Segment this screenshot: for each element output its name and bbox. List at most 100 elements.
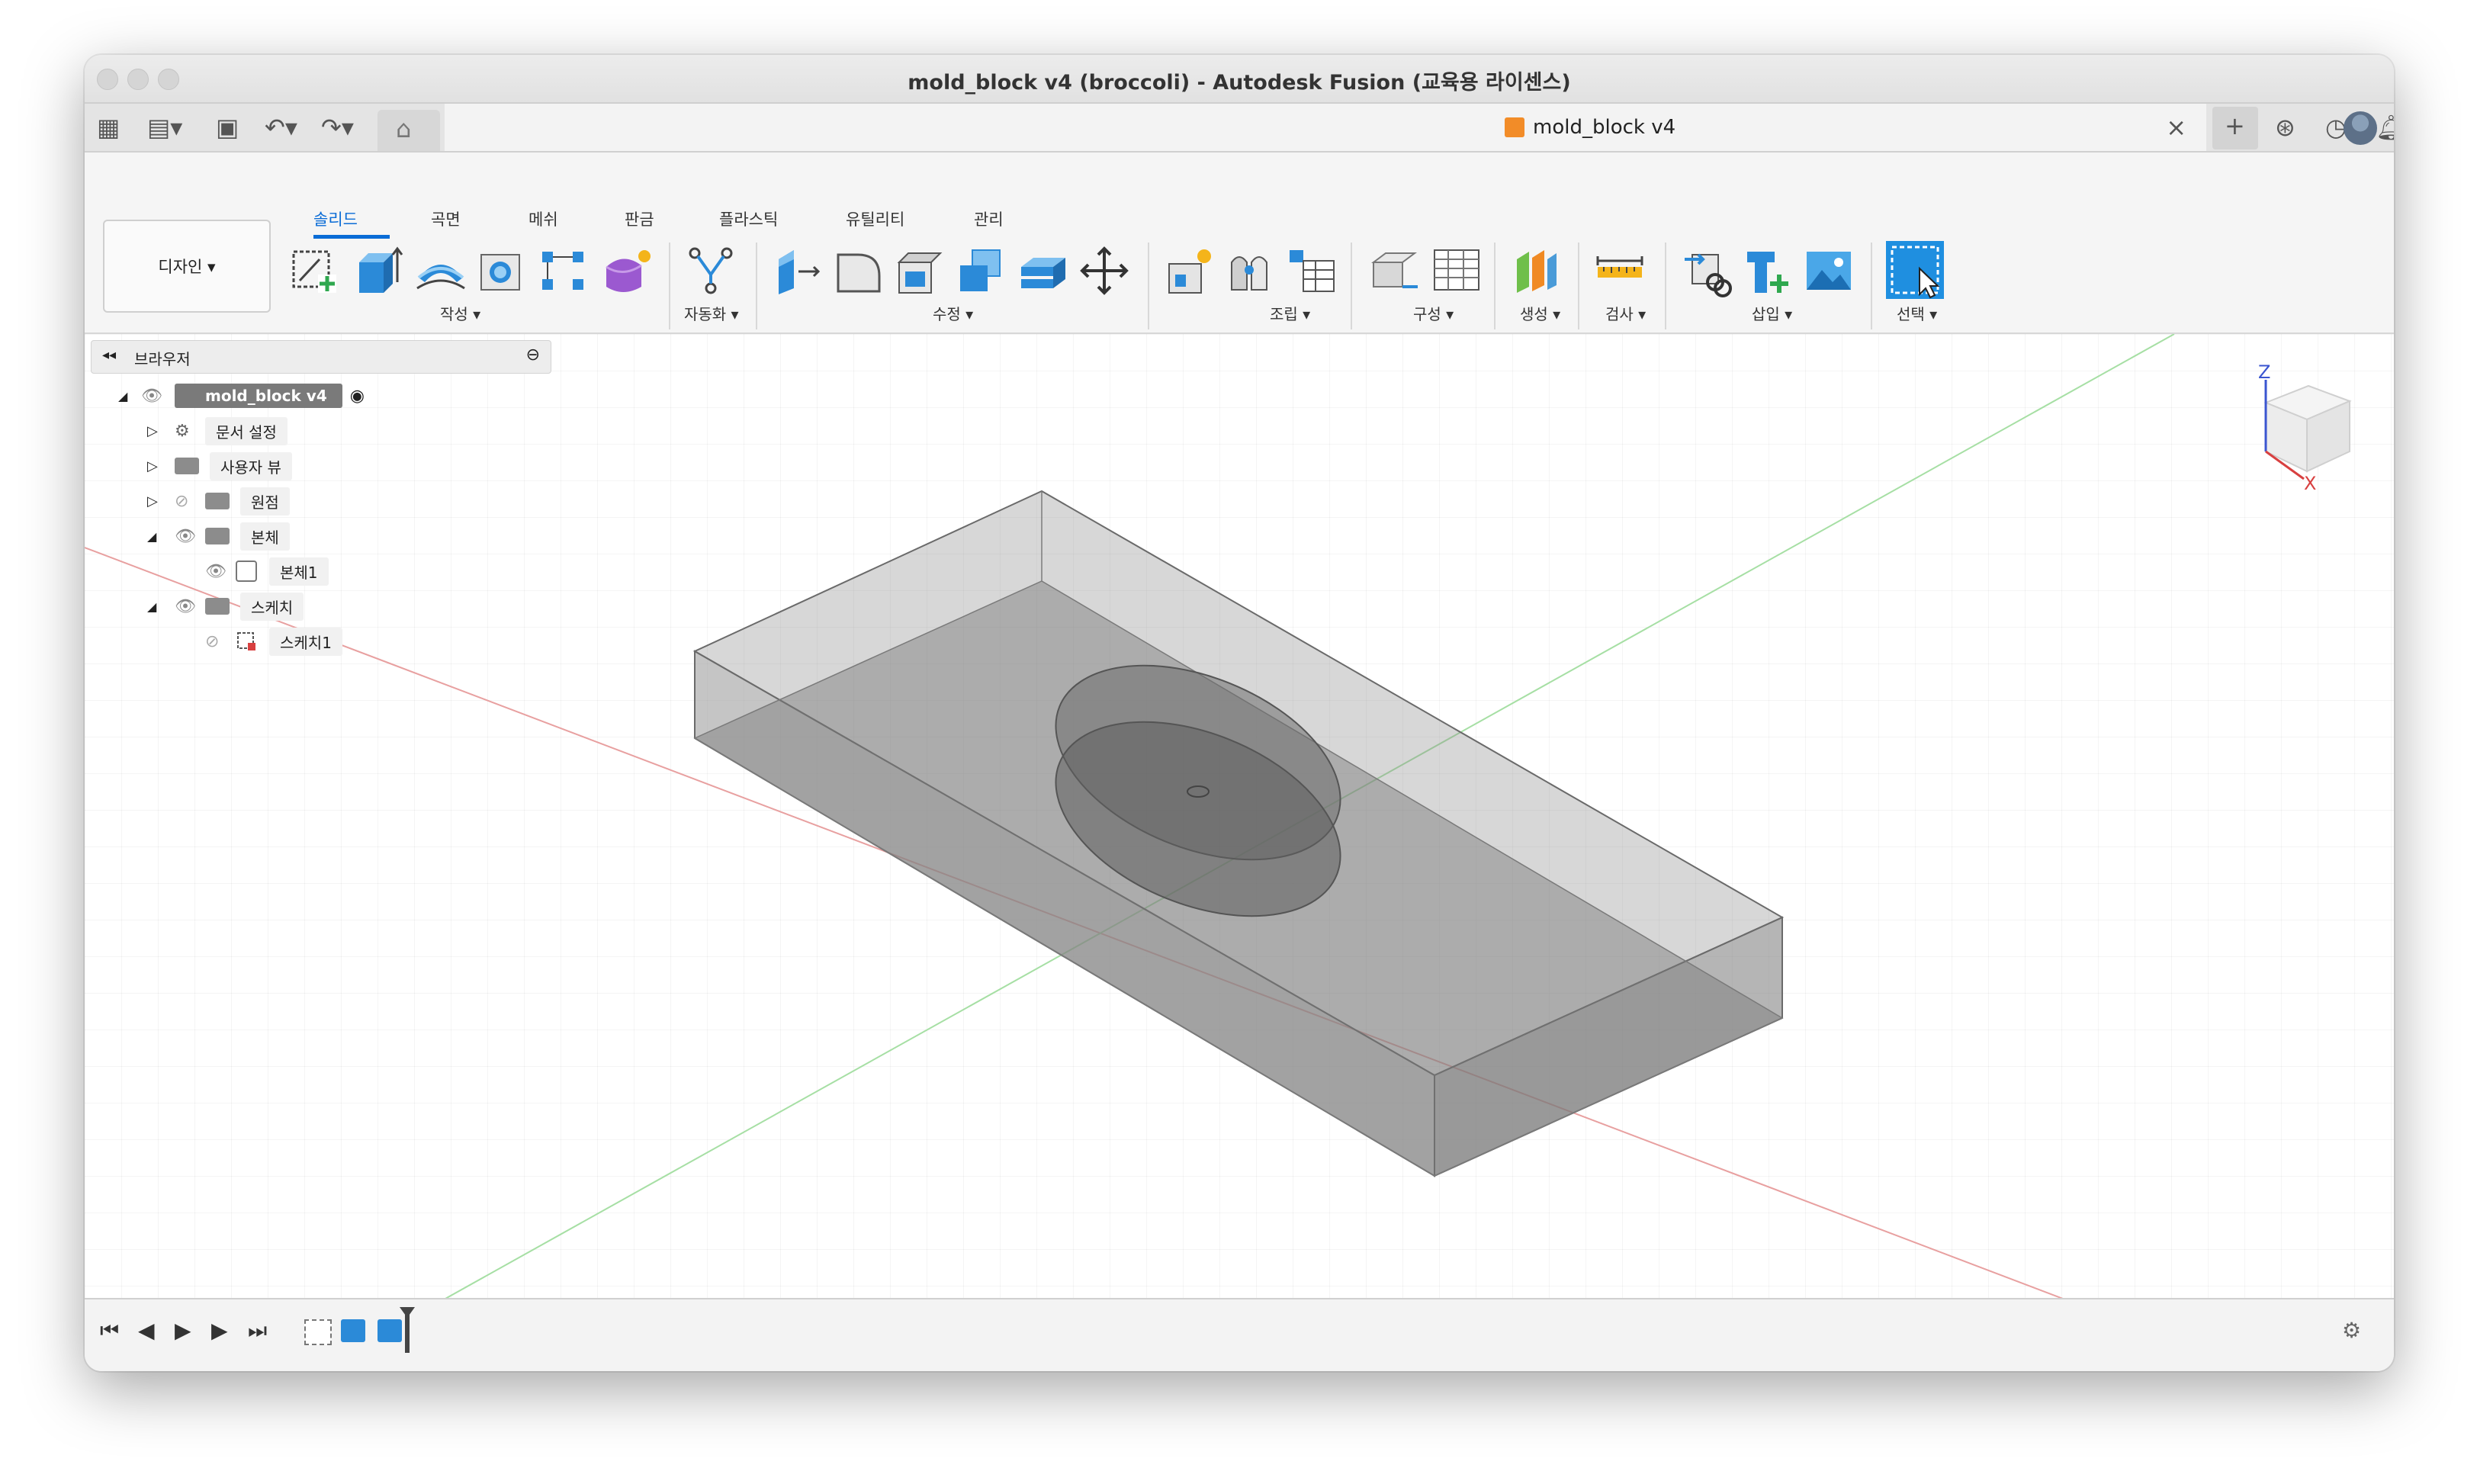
file-icon[interactable]: ▤▾ <box>147 114 182 140</box>
workspace-switcher[interactable]: 디자인 ▾ <box>103 220 271 313</box>
tab-manage[interactable]: 관리 <box>974 207 1004 230</box>
tab-utilities[interactable]: 유틸리티 <box>846 207 904 230</box>
insert-mcmaster-button[interactable] <box>1741 244 1794 297</box>
fillet-button[interactable] <box>832 244 885 297</box>
expand-arrow-icon[interactable]: ◢ <box>147 529 175 544</box>
insert-canvas-button[interactable] <box>1802 244 1855 297</box>
joint-button[interactable] <box>1224 244 1277 297</box>
pattern-button[interactable] <box>538 244 591 297</box>
new-component-button[interactable] <box>1163 244 1216 297</box>
browser-pin-icon[interactable]: ⊖ <box>526 345 540 365</box>
select-group-label[interactable]: 선택 ▾ <box>1897 302 1937 324</box>
new-component-icon <box>1168 249 1211 294</box>
create-sketch-icon <box>292 250 336 293</box>
hole-button[interactable] <box>475 244 528 297</box>
notifications-icon[interactable]: 🔔︎ <box>2376 114 2394 140</box>
tree-item-named-views[interactable]: ▷ 사용자 뷰 <box>147 451 292 480</box>
timeline-feature-extrude[interactable] <box>341 1319 365 1342</box>
timeline-marker-head[interactable] <box>400 1307 415 1318</box>
visibility-eye-icon[interactable]: 👁︎ <box>141 387 175 406</box>
folder-icon <box>205 493 230 509</box>
step-forward-icon[interactable]: ▶︎ <box>211 1318 228 1343</box>
tab-mesh[interactable]: 메쉬 <box>528 207 558 230</box>
tree-item-sketch1[interactable]: ⊘ 스케치1 <box>205 627 342 656</box>
collapse-browser-icon[interactable]: ◂◂ <box>102 347 116 363</box>
expand-arrow-icon[interactable]: ▷ <box>147 423 175 439</box>
activate-radio-icon[interactable]: ◉ <box>350 387 365 406</box>
tree-item-body1[interactable]: 👁︎ 본체1 <box>205 557 329 586</box>
expand-arrow-icon[interactable]: ◢ <box>147 599 175 614</box>
timeline-feature-sketch[interactable] <box>304 1319 332 1345</box>
step-back-icon[interactable]: ◀︎ <box>138 1318 155 1343</box>
move-copy-button[interactable] <box>1078 244 1131 297</box>
form-button[interactable] <box>600 244 654 297</box>
tree-item-bodies[interactable]: ◢ 👁︎ 본체 <box>147 522 290 551</box>
expand-arrow-icon[interactable]: ▷ <box>147 493 175 509</box>
go-to-end-icon[interactable]: ⏭︎ <box>248 1318 267 1344</box>
tab-sheet-metal[interactable]: 판금 <box>625 207 654 230</box>
combine-button[interactable] <box>954 244 1007 297</box>
new-tab-button[interactable]: + <box>2212 107 2258 149</box>
home-tab[interactable]: ⌂ <box>377 110 440 151</box>
tree-root[interactable]: ◢ 👁︎ mold_block v4 ◉ <box>118 381 365 410</box>
offset-face-button[interactable] <box>1017 244 1070 297</box>
tree-item-sketches[interactable]: ◢ 👁︎ 스케치 <box>147 592 304 621</box>
settings-gear-icon[interactable]: ⚙ <box>2342 1318 2361 1343</box>
visibility-eye-icon[interactable]: 👁︎ <box>175 597 205 616</box>
insert-group-label[interactable]: 삽입 ▾ <box>1752 302 1792 324</box>
tree-item-origin[interactable]: ▷ ⊘ 원점 <box>147 487 290 516</box>
create-sketch-button[interactable] <box>289 244 342 297</box>
construct-group-label[interactable]: 구성 ▾ <box>1413 302 1454 324</box>
press-pull-button[interactable] <box>771 244 824 297</box>
view-cube[interactable]: Z X <box>2235 361 2357 502</box>
expand-arrow-icon[interactable]: ▷ <box>147 458 175 474</box>
ribbon-separator <box>1494 243 1496 329</box>
select-cursor-icon <box>1886 241 1944 299</box>
3d-viewport[interactable]: ◂◂ 브라우저 ⊖ ◢ 👁︎ mold_block v4 ◉ ▷ ⚙ 문서 설정… <box>85 334 2394 1347</box>
document-tab[interactable]: mold_block v4 × <box>445 104 2206 151</box>
table-view-button[interactable] <box>1430 244 1483 297</box>
bill-of-materials-button[interactable] <box>1285 244 1338 297</box>
expand-arrow-icon[interactable]: ◢ <box>118 389 141 403</box>
automate-button[interactable] <box>684 244 737 297</box>
inspect-group-label[interactable]: 검사 ▾ <box>1605 302 1646 324</box>
visibility-eye-icon[interactable]: 👁︎ <box>175 527 205 546</box>
generate-button[interactable] <box>1509 244 1563 297</box>
extrude-button[interactable] <box>352 244 405 297</box>
save-icon[interactable]: ▣ <box>216 114 239 140</box>
select-button[interactable] <box>1886 241 1944 299</box>
apps-grid-icon[interactable]: ▦ <box>97 114 120 140</box>
hidden-eye-icon[interactable]: ⊘ <box>205 632 236 651</box>
hidden-eye-icon[interactable]: ⊘ <box>175 492 205 511</box>
shell-button[interactable] <box>893 244 946 297</box>
undo-icon[interactable]: ↶▾ <box>265 114 297 140</box>
browser-header[interactable]: ◂◂ 브라우저 ⊖ <box>91 340 551 374</box>
assemble-group-label[interactable]: 조립 ▾ <box>1270 302 1310 324</box>
tree-item-label: 문서 설정 <box>205 416 288 445</box>
tab-surface[interactable]: 곡면 <box>431 207 461 230</box>
new-tab-icon: + <box>2225 111 2245 140</box>
timeline-feature-extrude-2[interactable] <box>377 1319 402 1342</box>
create-group-label[interactable]: 작성 ▾ <box>440 302 480 324</box>
view-cube-x-label: X <box>2304 473 2317 494</box>
play-icon[interactable]: ▶︎ <box>175 1318 191 1343</box>
close-tab-icon[interactable]: × <box>2166 113 2186 142</box>
insert-derive-button[interactable] <box>1680 244 1733 297</box>
profile-avatar[interactable] <box>2344 111 2377 145</box>
tree-item-document-settings[interactable]: ▷ ⚙ 문서 설정 <box>147 416 288 445</box>
go-to-start-icon[interactable]: ⏮︎ <box>100 1318 119 1344</box>
redo-icon[interactable]: ↷▾ <box>321 114 354 140</box>
automate-group-label[interactable]: 자동화 ▾ <box>684 302 739 324</box>
tab-plastic[interactable]: 플라스틱 <box>719 207 778 230</box>
visibility-eye-icon[interactable]: 👁︎ <box>205 562 236 581</box>
insert-link-icon <box>1685 253 1732 297</box>
tab-solid[interactable]: 솔리드 <box>313 207 358 230</box>
generate-group-label[interactable]: 생성 ▾ <box>1520 302 1560 324</box>
modify-group-label[interactable]: 수정 ▾ <box>933 302 973 324</box>
revolve-button[interactable] <box>414 244 467 297</box>
mold-block-body[interactable] <box>692 490 1785 1177</box>
extensions-icon[interactable]: ⊛ <box>2275 114 2295 140</box>
offset-plane-button[interactable] <box>1369 244 1422 297</box>
view-cube-graphic[interactable] <box>2235 372 2357 502</box>
measure-button[interactable] <box>1593 244 1647 297</box>
